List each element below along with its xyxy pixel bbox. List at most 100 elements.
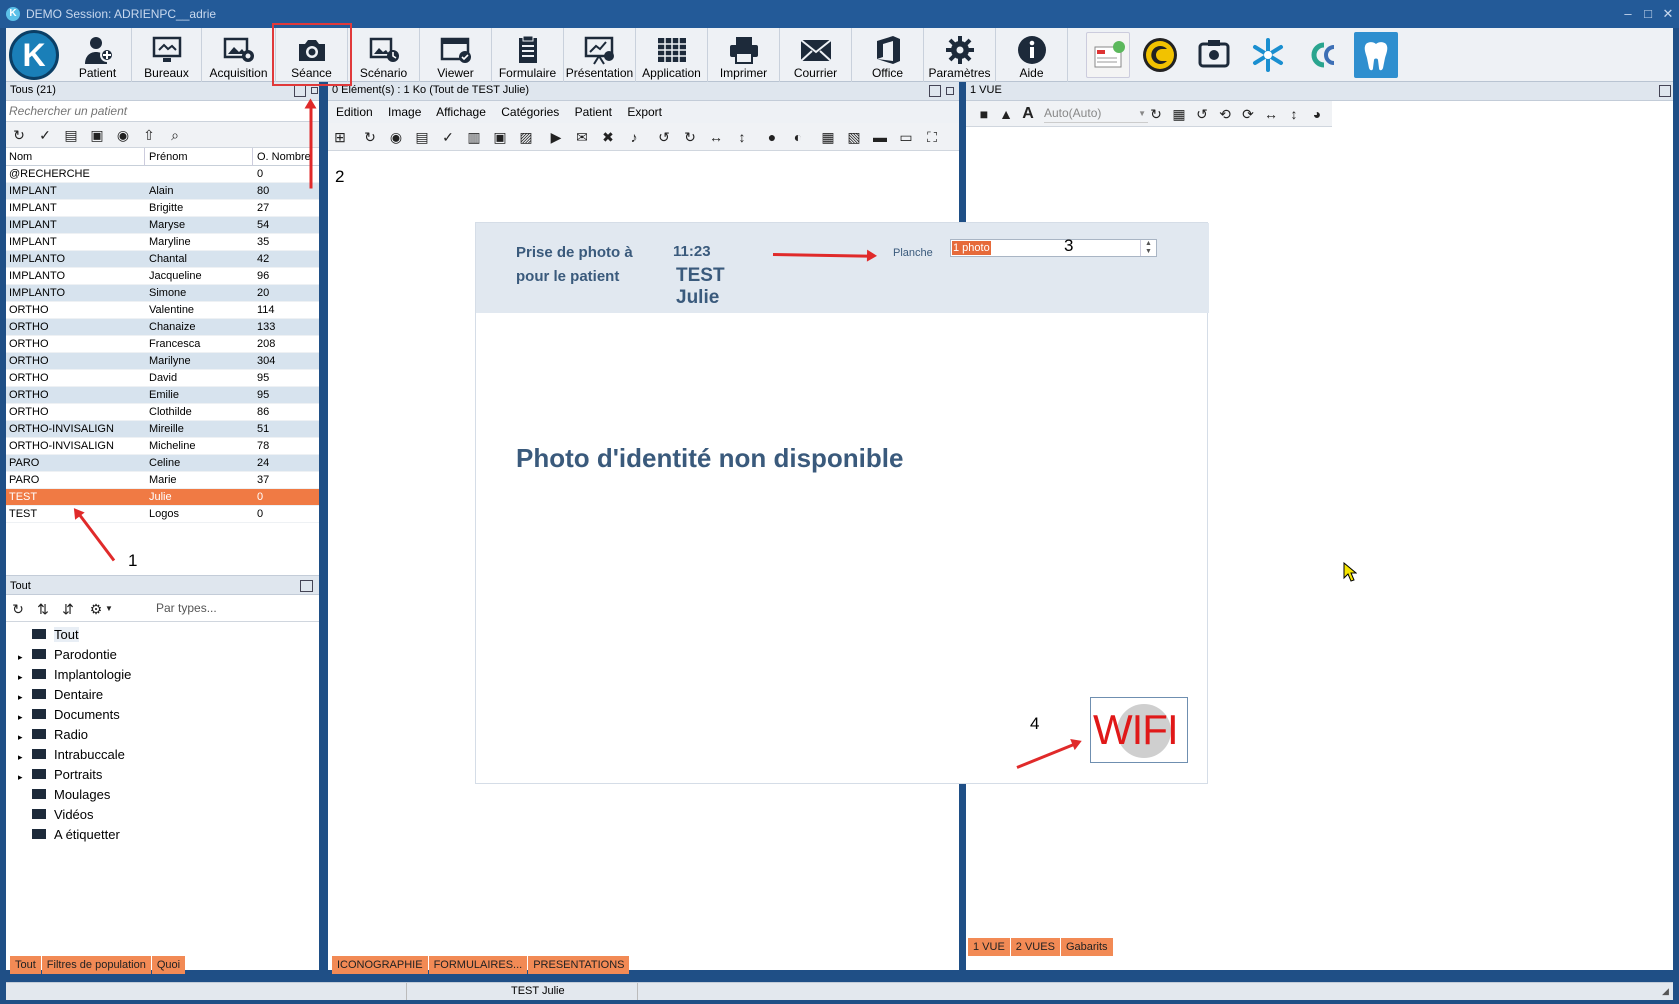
toolbar-viewer-button[interactable]: Viewer <box>420 28 492 82</box>
menu-affichage[interactable]: Affichage <box>436 105 486 119</box>
patient-row[interactable]: ORTHO Chanaize 133 <box>6 319 319 336</box>
viewer-grid-icon[interactable] <box>1659 85 1671 97</box>
planche-select[interactable]: 1 photo ▲ ▼ <box>950 239 1157 257</box>
patient-row[interactable]: IMPLANTO Jacqueline 96 <box>6 268 319 285</box>
patient-row[interactable]: TEST Julie 0 <box>6 489 319 506</box>
expand-arrow-icon[interactable]: ▸ <box>18 707 23 727</box>
rotate-left-icon[interactable]: ↺ <box>654 127 674 147</box>
paste-icon[interactable]: ▣ <box>490 127 510 147</box>
lock-icon[interactable]: ▲ <box>996 104 1016 124</box>
toolbar-courrier-button[interactable]: Courrier <box>780 28 852 82</box>
fullscreen-icon[interactable]: ⛶ <box>922 127 942 147</box>
export-icon[interactable]: ⇧ <box>139 125 159 145</box>
type-filter-input[interactable]: Par types... <box>156 601 217 615</box>
mail-small-icon[interactable]: ✉ <box>572 127 592 147</box>
wifi-button[interactable]: WIFI <box>1090 697 1188 763</box>
toolbar-imprimer-button[interactable]: Imprimer <box>708 28 780 82</box>
category-item[interactable]: ▸ Documents <box>12 705 312 725</box>
gallery-restore-icon[interactable] <box>946 87 954 95</box>
expand-arrow-icon[interactable]: ▸ <box>18 747 23 767</box>
category-item[interactable]: ▸ Implantologie <box>12 665 312 685</box>
close-button[interactable]: ✕ <box>1657 0 1679 28</box>
rotate-right-icon[interactable]: ⟳ <box>1238 104 1258 124</box>
tab-filtres-population[interactable]: Filtres de population <box>41 956 151 974</box>
patient-row[interactable]: IMPLANT Maryse 54 <box>6 217 319 234</box>
refresh-icon[interactable]: ↻ <box>9 125 29 145</box>
toolbar-parametres-button[interactable]: Paramètres <box>924 28 996 82</box>
app-star-burst-icon[interactable] <box>1246 32 1290 78</box>
patient-row[interactable]: ORTHO Clothilde 86 <box>6 404 319 421</box>
toolbar-formulaire-button[interactable]: Formulaire <box>492 28 564 82</box>
toolbar-acquisition-button[interactable]: Acquisition <box>202 28 276 82</box>
card-add-icon[interactable]: ▣ <box>87 125 107 145</box>
category-item[interactable]: ▸ Dentaire <box>12 685 312 705</box>
filter-sort-icon[interactable]: ⇅ <box>33 599 53 619</box>
menu-export[interactable]: Export <box>627 105 662 119</box>
eye-icon[interactable]: ◉ <box>386 127 406 147</box>
flip-horizontal-icon[interactable]: ↔ <box>1261 104 1281 124</box>
search-icon[interactable]: ⌕ <box>165 125 185 145</box>
print-icon[interactable]: ▬ <box>870 127 890 147</box>
filter-sort-alt-icon[interactable]: ⇵ <box>58 599 78 619</box>
expand-arrow-icon[interactable]: ▸ <box>18 727 23 747</box>
save-icon[interactable]: ■ <box>974 104 994 124</box>
patient-row[interactable]: ORTHO Marilyne 304 <box>6 353 319 370</box>
toolbar-aide-button[interactable]: Aide <box>996 28 1068 82</box>
patient-row[interactable]: IMPLANTO Simone 20 <box>6 285 319 302</box>
category-item[interactable]: Tout <box>12 625 312 645</box>
column-nombre[interactable]: O. Nombre <box>252 148 311 166</box>
category-item[interactable]: ▸ Intrabuccale <box>12 745 312 765</box>
app-form-shortcut-icon[interactable] <box>1086 32 1130 78</box>
app-logo-button[interactable]: K <box>9 30 59 80</box>
maximize-button[interactable]: □ <box>1637 0 1659 28</box>
split-icon[interactable]: ▦ <box>818 127 838 147</box>
chevron-down-icon[interactable]: ▼ <box>104 599 114 619</box>
camera-small-icon[interactable]: ◉ <box>113 125 133 145</box>
category-gear-icon[interactable]: ⚙ <box>86 599 106 619</box>
expand-arrow-icon[interactable]: ▸ <box>18 687 23 707</box>
rotate-icon[interactable]: ↻ <box>1146 104 1166 124</box>
category-item[interactable]: Vidéos <box>12 805 312 825</box>
export-icon[interactable]: ▭ <box>896 127 916 147</box>
menu-image[interactable]: Image <box>388 105 421 119</box>
category-item[interactable]: ▸ Portraits <box>12 765 312 785</box>
toolbar-patient-button[interactable]: Patient <box>64 28 132 82</box>
planche-spinner-icon[interactable]: ▲ ▼ <box>1140 240 1156 256</box>
rotate-left-icon[interactable]: ↺ <box>1192 104 1212 124</box>
toolbar-application-button[interactable]: Application <box>636 28 708 82</box>
refresh-icon[interactable]: ↻ <box>360 127 380 147</box>
resize-grip-icon[interactable]: ◢ <box>1662 983 1669 1000</box>
toolbar-bureaux-button[interactable]: Bureaux <box>132 28 202 82</box>
check-icon[interactable]: ✓ <box>438 127 458 147</box>
patient-row[interactable]: ORTHO Francesca 208 <box>6 336 319 353</box>
windows-icon[interactable]: ⊞ <box>330 127 350 147</box>
patient-row[interactable]: ORTHO Emilie 95 <box>6 387 319 404</box>
tab-2-vues[interactable]: 2 VUES <box>1010 938 1060 956</box>
rotate-90-icon[interactable]: ⟲ <box>1215 104 1235 124</box>
minimize-button[interactable]: – <box>1617 0 1639 28</box>
category-item[interactable]: ▸ Parodontie <box>12 645 312 665</box>
text-icon[interactable]: A <box>1018 104 1038 124</box>
flip-vertical-icon[interactable]: ↕ <box>1284 104 1304 124</box>
category-grid-icon[interactable] <box>300 580 313 592</box>
list-icon[interactable]: ▤ <box>412 127 432 147</box>
patient-row[interactable]: IMPLANT Maryline 35 <box>6 234 319 251</box>
rotate-right-icon[interactable]: ↻ <box>680 127 700 147</box>
tab-1-vue[interactable]: 1 VUE <box>968 938 1010 956</box>
palette-icon[interactable]: ◕ <box>1307 104 1327 124</box>
tab-presentations[interactable]: PRESENTATIONS <box>528 956 630 974</box>
column-prenom[interactable]: Prénom <box>144 148 188 166</box>
expand-arrow-icon[interactable]: ▸ <box>18 647 23 667</box>
expand-arrow-icon[interactable]: ▸ <box>18 767 23 787</box>
patient-row[interactable]: @RECHERCHE 0 <box>6 166 319 183</box>
menu-patient[interactable]: Patient <box>575 105 612 119</box>
patient-row[interactable]: TEST Logos 0 <box>6 506 319 523</box>
font-select[interactable]: Auto(Auto) ▼ <box>1044 104 1148 123</box>
patient-row[interactable]: ORTHO David 95 <box>6 370 319 387</box>
category-refresh-icon[interactable]: ↻ <box>8 599 28 619</box>
tab-tout[interactable]: Tout <box>10 956 41 974</box>
untag-icon[interactable]: ◐ <box>788 127 808 147</box>
column-nom[interactable]: Nom <box>9 148 32 166</box>
flip-h-icon[interactable]: ↔ <box>706 127 726 147</box>
patient-search-input[interactable] <box>6 101 319 122</box>
